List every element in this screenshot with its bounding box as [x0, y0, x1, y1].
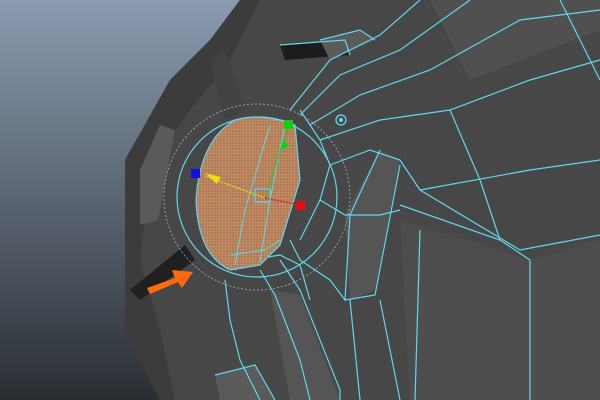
- axis-z-handle[interactable]: [191, 169, 200, 178]
- 3d-viewport[interactable]: [0, 0, 600, 400]
- axis-y-handle[interactable]: [284, 120, 293, 129]
- axis-x-handle[interactable]: [296, 201, 305, 210]
